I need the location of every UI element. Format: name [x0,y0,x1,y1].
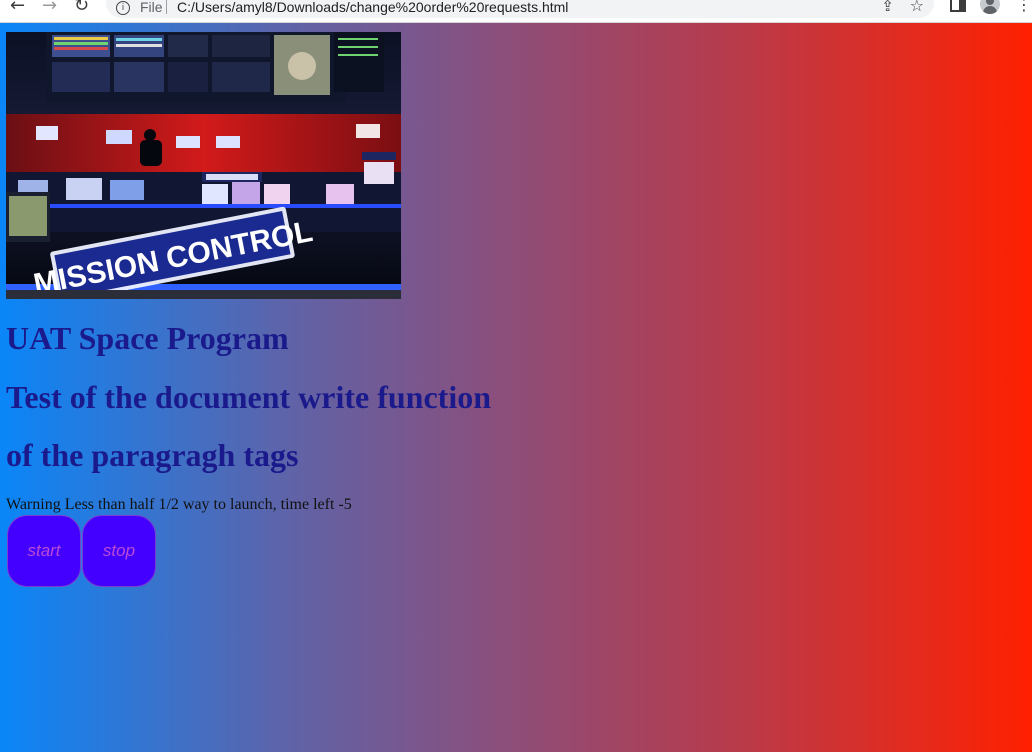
scheme-label: File [140,0,163,15]
start-button[interactable]: start [7,515,81,587]
subheading-paragraph-tags: of the paragragh tags [6,437,299,473]
profile-avatar-icon[interactable] [980,0,1000,14]
address-divider [166,0,167,14]
share-icon[interactable]: ⇪ [881,0,894,15]
page-title: UAT Space Program [6,320,289,356]
info-icon[interactable]: i [116,1,130,15]
page-viewport: MISSION CONTROL UAT Space Program Test o… [0,23,1032,752]
browser-toolbar: ← → ↻ i File C:/Users/amyl8/Downloads/ch… [0,0,1032,23]
url-text[interactable]: C:/Users/amyl8/Downloads/change%20order%… [177,0,568,15]
mission-control-image: MISSION CONTROL [6,32,401,299]
forward-arrow-icon[interactable]: → [42,0,57,16]
kebab-menu-icon[interactable]: ⋮ [1016,0,1032,14]
back-arrow-icon[interactable]: ← [10,0,25,16]
reload-icon[interactable]: ↻ [74,0,89,16]
subheading-document-write: Test of the document write function [6,379,491,415]
bookmark-star-icon[interactable]: ☆ [910,0,924,15]
launch-warning-text: Warning Less than half 1/2 way to launch… [6,496,352,513]
side-panel-icon[interactable] [950,0,966,12]
stop-button[interactable]: stop [82,515,156,587]
address-bar[interactable]: i File C:/Users/amyl8/Downloads/change%2… [106,0,934,18]
